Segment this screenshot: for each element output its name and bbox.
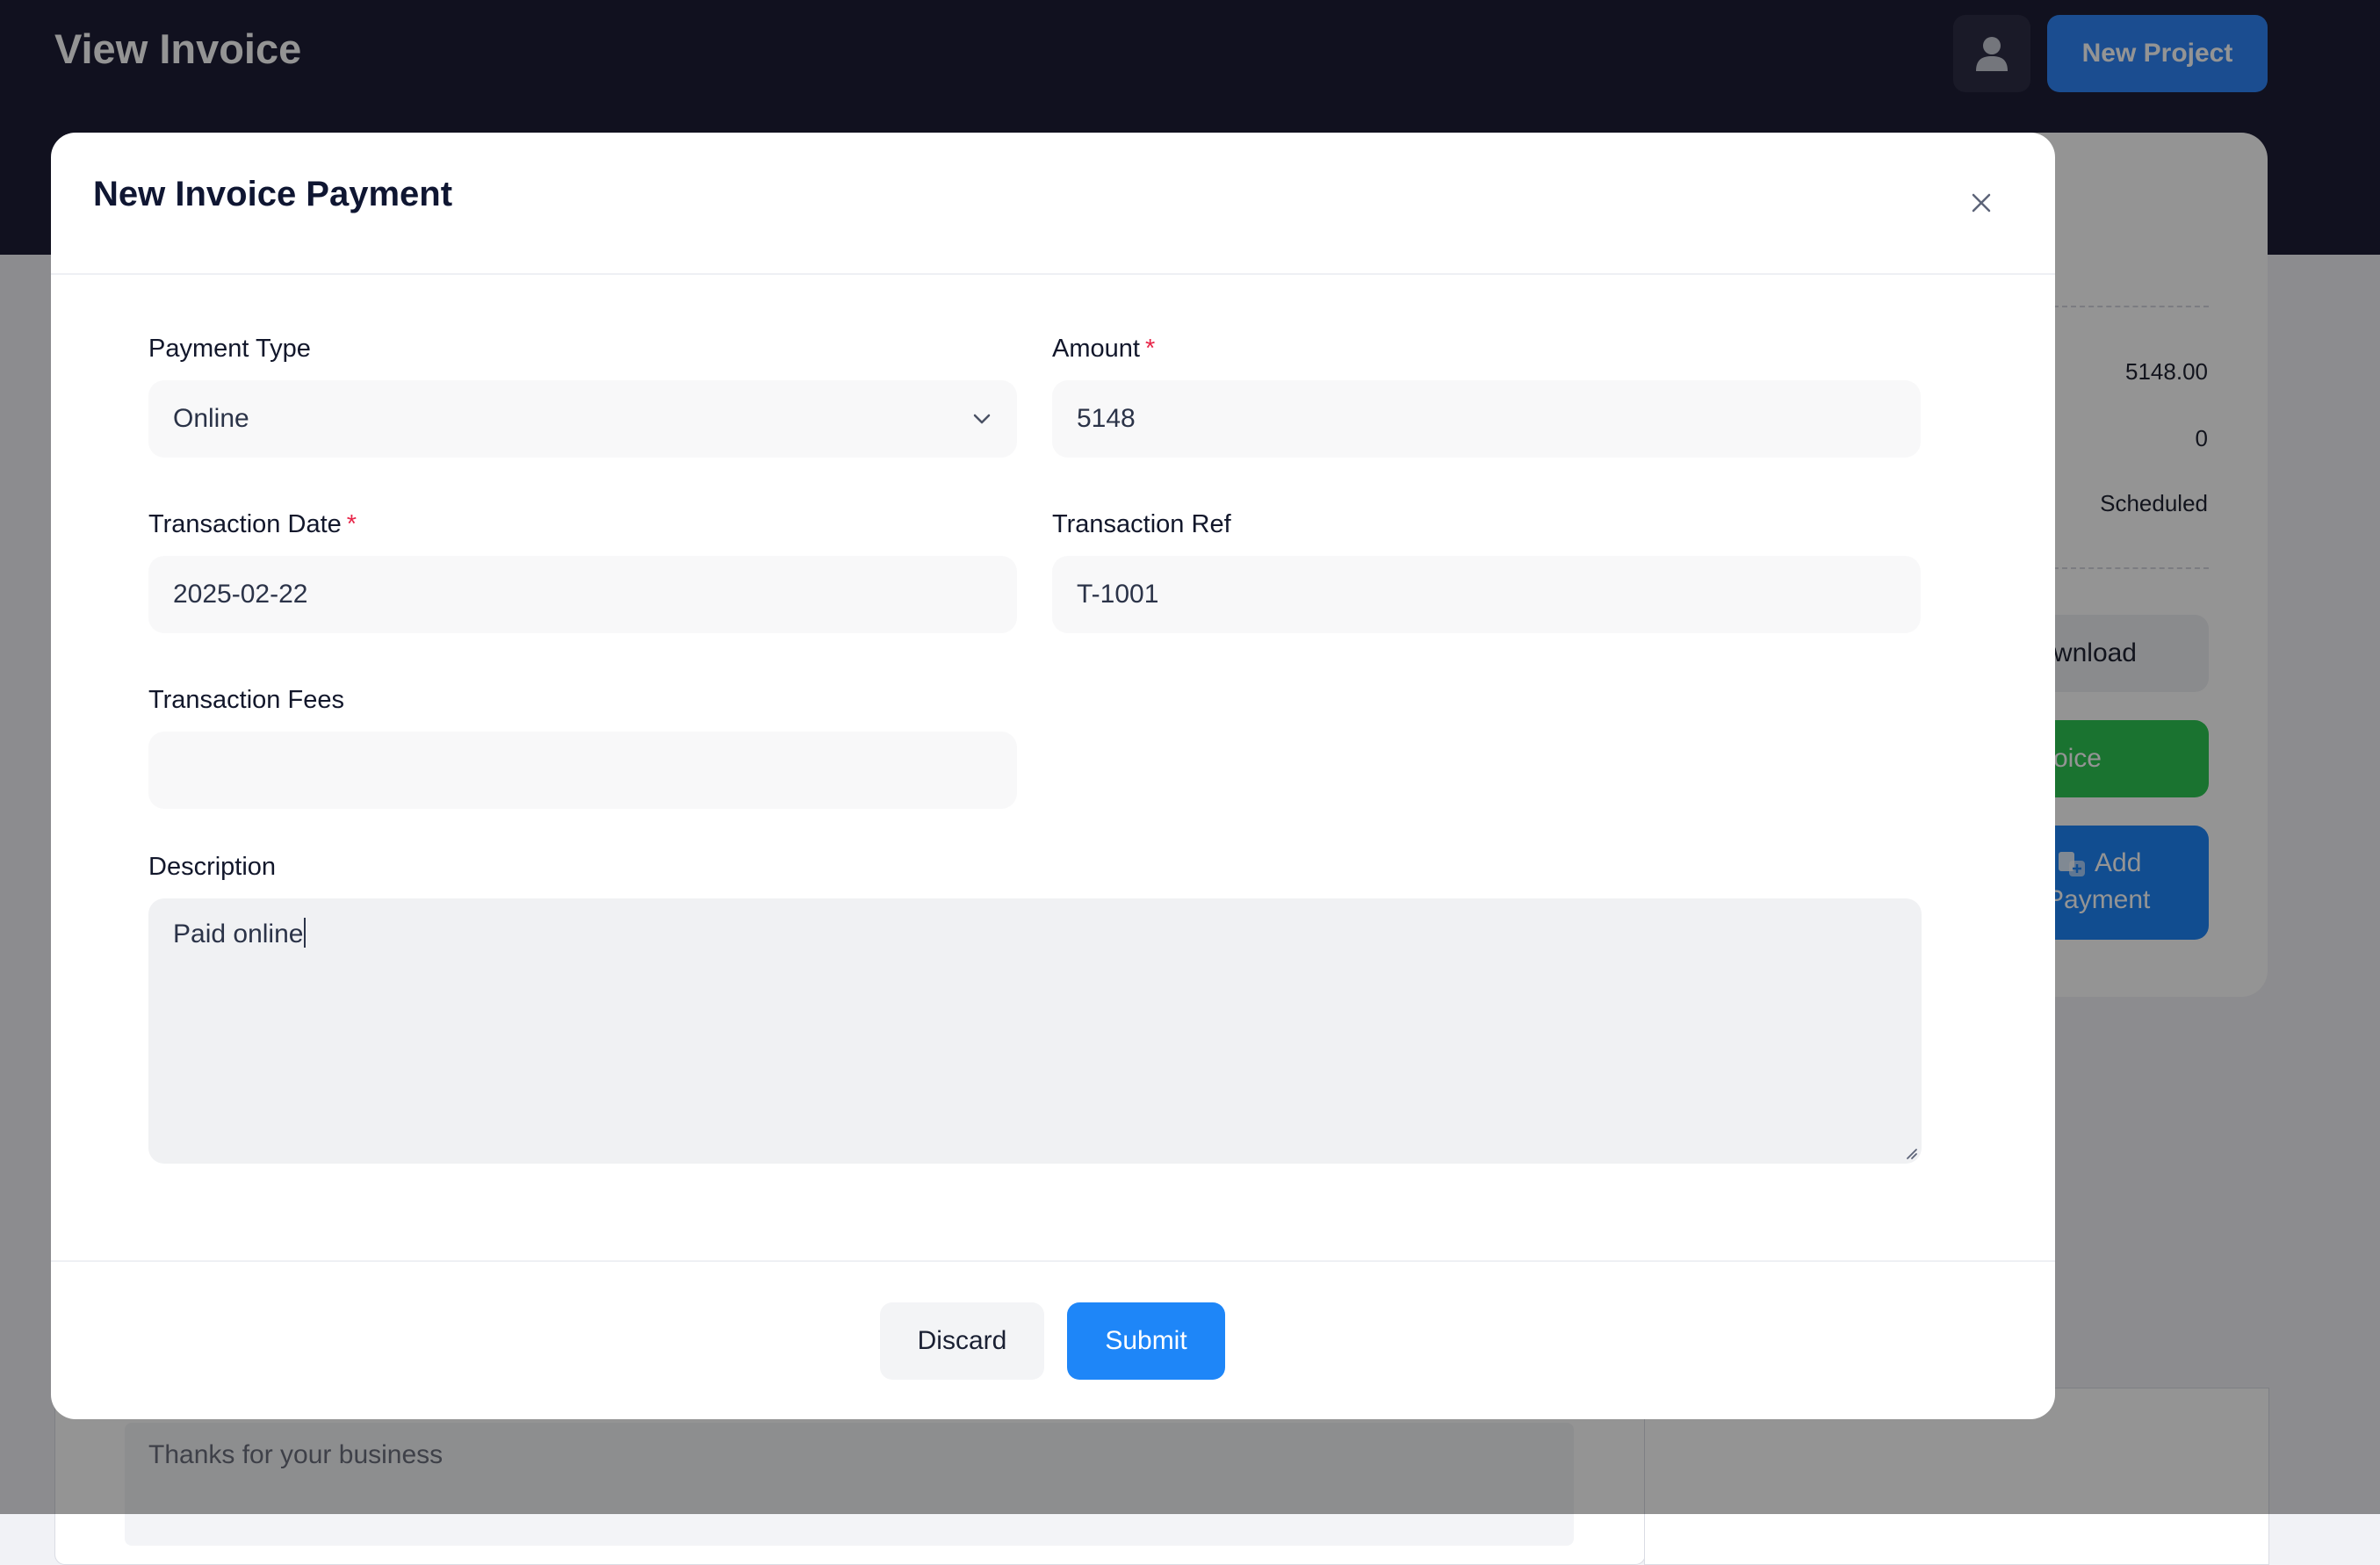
close-icon — [1972, 193, 1991, 213]
discard-button[interactable]: Discard — [880, 1302, 1044, 1380]
close-button[interactable] — [1965, 187, 1997, 219]
text-cursor — [304, 918, 307, 948]
new-invoice-payment-modal: New Invoice Payment Payment Type Online … — [51, 133, 2055, 1419]
required-marker: * — [346, 510, 357, 538]
modal-title: New Invoice Payment — [93, 175, 453, 213]
transaction-date-label: Transaction Date * — [148, 510, 357, 538]
description-textarea[interactable]: Paid online — [148, 898, 1922, 1164]
submit-button[interactable]: Submit — [1067, 1302, 1225, 1380]
modal-header-divider — [51, 273, 2055, 275]
amount-input[interactable]: 5148 — [1052, 380, 1921, 458]
transaction-date-input[interactable]: 2025-02-22 — [148, 556, 1017, 633]
amount-value: 5148 — [1077, 404, 1136, 433]
description-value: Paid online — [173, 920, 304, 948]
transaction-ref-label: Transaction Ref — [1052, 510, 1231, 538]
transaction-fees-input[interactable] — [148, 732, 1017, 809]
modal-footer-divider — [51, 1260, 2055, 1262]
payment-type-label: Payment Type — [148, 335, 311, 363]
amount-label: Amount * — [1052, 335, 1156, 363]
description-label: Description — [148, 853, 277, 881]
payment-type-value: Online — [173, 404, 249, 433]
transaction-date-value: 2025-02-22 — [173, 580, 308, 609]
transaction-ref-input[interactable]: T-1001 — [1052, 556, 1921, 633]
required-marker: * — [1144, 335, 1156, 363]
transaction-ref-value: T-1001 — [1077, 580, 1159, 609]
resize-handle-icon[interactable] — [1902, 1144, 1918, 1160]
transaction-fees-label: Transaction Fees — [148, 686, 344, 714]
payment-type-select[interactable]: Online — [148, 380, 1017, 458]
chevron-down-icon — [973, 414, 991, 424]
